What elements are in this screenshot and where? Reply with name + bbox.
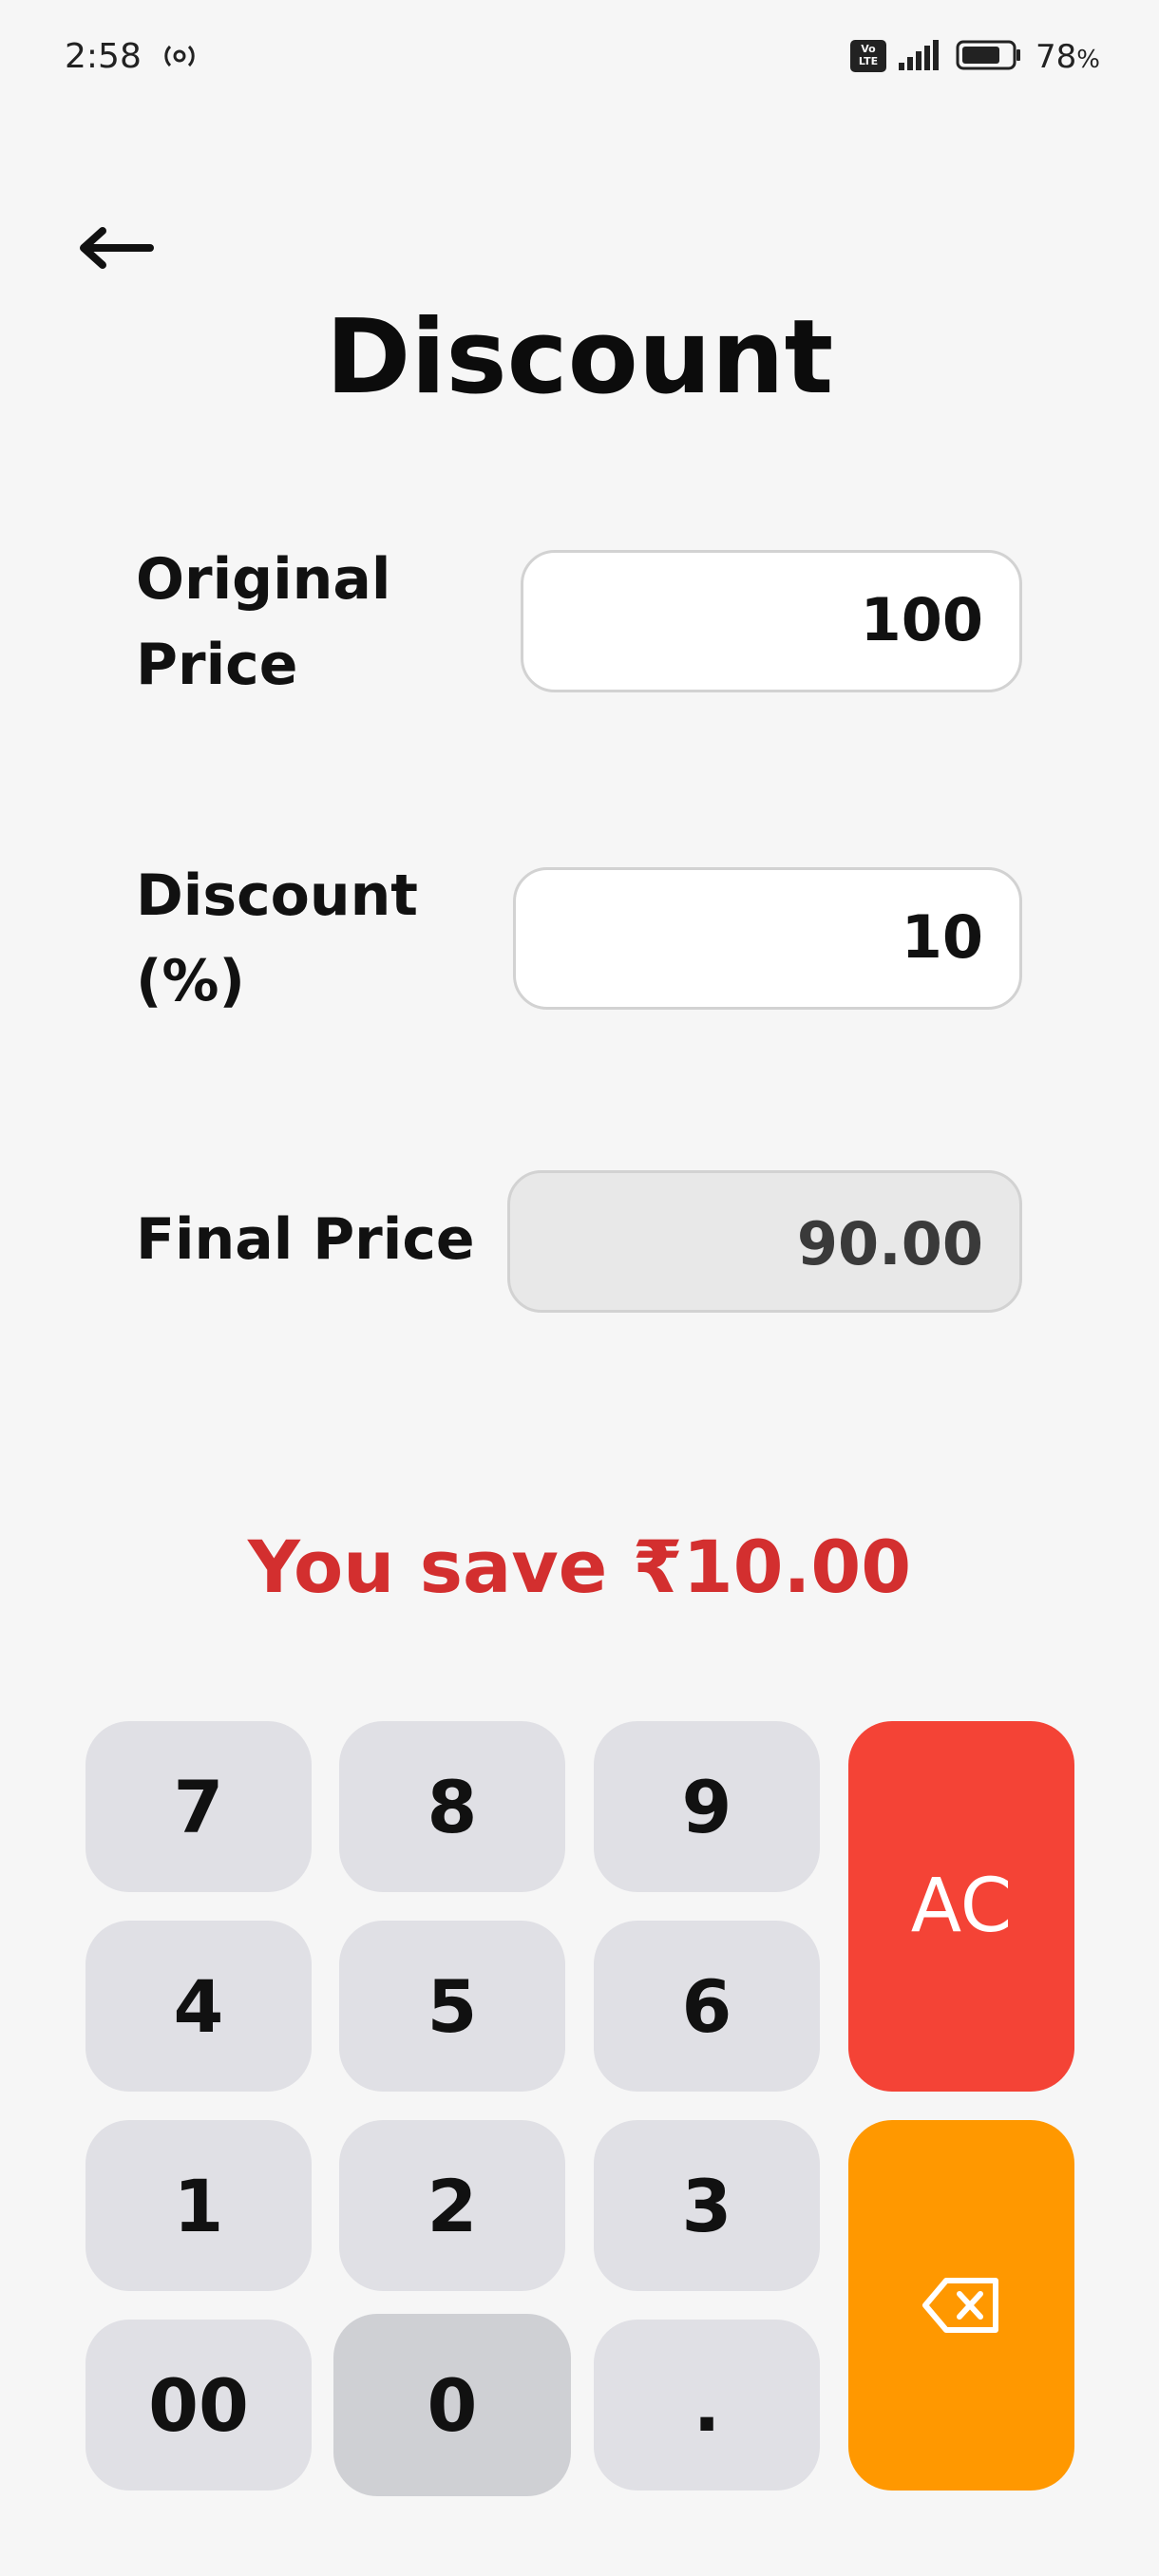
key-decimal[interactable]: .	[594, 2320, 820, 2491]
arrow-left-icon	[80, 227, 154, 269]
original-price-input[interactable]: 100	[521, 550, 1022, 692]
discount-label: Discount (%)	[136, 853, 478, 1024]
battery-percent-unit: %	[1076, 46, 1100, 74]
final-price-label: Final Price	[136, 1206, 475, 1273]
hotspot-icon	[162, 40, 198, 72]
key-0[interactable]: 0	[333, 2314, 571, 2496]
original-price-label-line1: Original	[136, 546, 391, 613]
savings-text: You save ₹10.00	[247, 1525, 912, 1609]
key-9[interactable]: 9	[594, 1721, 820, 1892]
key-6[interactable]: 6	[594, 1921, 820, 2092]
key-00[interactable]: 00	[86, 2320, 312, 2491]
discount-label-line2: (%)	[136, 948, 245, 1014]
status-time: 2:58	[65, 37, 142, 76]
key-7[interactable]: 7	[86, 1721, 312, 1892]
key-8[interactable]: 8	[339, 1721, 565, 1892]
original-price-label: Original Price	[136, 537, 478, 708]
key-1[interactable]: 1	[86, 2120, 312, 2291]
backspace-button[interactable]	[848, 2120, 1074, 2491]
volte-icon: Vo LTE	[850, 40, 886, 72]
key-2[interactable]: 2	[339, 2120, 565, 2291]
key-5[interactable]: 5	[339, 1921, 565, 2092]
discount-label-line1: Discount	[136, 862, 418, 929]
back-button[interactable]	[78, 215, 154, 281]
backspace-icon	[922, 2278, 998, 2333]
clear-button[interactable]: AC	[848, 1721, 1074, 2092]
signal-icon	[897, 38, 942, 72]
key-3[interactable]: 3	[594, 2120, 820, 2291]
discount-input[interactable]: 10	[513, 867, 1022, 1010]
final-price-output: 90.00	[507, 1170, 1022, 1313]
battery-icon	[956, 40, 1022, 70]
key-4[interactable]: 4	[86, 1921, 312, 2092]
page-title: Discount	[325, 298, 834, 417]
battery-percent: 78%	[1036, 38, 1100, 76]
original-price-label-line2: Price	[136, 632, 298, 698]
